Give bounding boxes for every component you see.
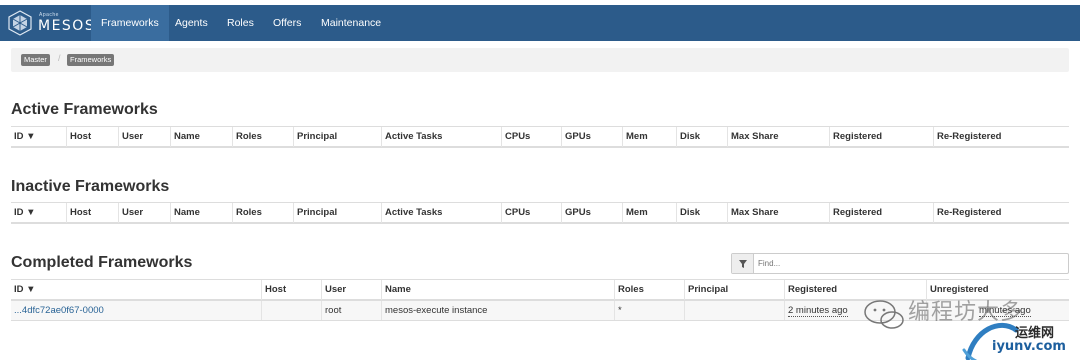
nav-roles[interactable]: Roles [217,5,264,41]
col-roles[interactable]: Roles [232,127,293,147]
col-registered[interactable]: Registered [829,203,933,223]
mesos-logo-icon [8,10,32,36]
active-frameworks-title: Active Frameworks [11,101,158,118]
col-registered[interactable]: Registered [829,127,933,147]
col-user[interactable]: User [118,127,170,147]
registered-time: 2 minutes ago [788,305,848,317]
framework-id-link[interactable]: ...4dfc72ae0f67-0000 [11,301,261,320]
col-id[interactable]: ID ▼ [11,280,261,300]
table-header-row: ID ▼ Host User Name Roles Principal Acti… [11,126,1069,148]
nav-frameworks[interactable]: Frameworks [91,5,169,41]
chat-bubble-icon [864,300,904,329]
watermark: 编程坊大多 运维网 iyunv.com [860,290,1080,360]
table-header-row: ID ▼ Host User Name Roles Principal Acti… [11,202,1069,224]
col-roles[interactable]: Roles [232,203,293,223]
col-cpus[interactable]: CPUs [501,127,561,147]
col-max-share[interactable]: Max Share [727,203,829,223]
col-mem[interactable]: Mem [622,127,676,147]
col-principal[interactable]: Principal [293,127,381,147]
col-cpus[interactable]: CPUs [501,203,561,223]
cell-host [261,301,321,320]
completed-frameworks-title: Completed Frameworks [11,254,193,271]
col-roles[interactable]: Roles [614,280,684,300]
col-id[interactable]: ID ▼ [11,127,66,147]
col-max-share[interactable]: Max Share [727,127,829,147]
col-id[interactable]: ID ▼ [11,203,66,223]
breadcrumb-master[interactable]: Master [21,54,50,66]
col-active-tasks[interactable]: Active Tasks [381,203,501,223]
cell-user: root [321,301,381,320]
nav-agents[interactable]: Agents [165,5,218,41]
col-principal[interactable]: Principal [293,203,381,223]
inactive-frameworks-title: Inactive Frameworks [11,178,170,195]
cell-name: mesos-execute instance [381,301,614,320]
col-host[interactable]: Host [66,203,118,223]
watermark-site-url: iyunv.com [992,339,1066,354]
col-principal[interactable]: Principal [684,280,784,300]
breadcrumb-frameworks[interactable]: Frameworks [67,54,115,66]
cell-roles: * [614,301,684,320]
col-name[interactable]: Name [170,127,232,147]
nav-maintenance[interactable]: Maintenance [311,5,391,41]
col-name[interactable]: Name [381,280,614,300]
col-disk[interactable]: Disk [676,203,727,223]
col-gpus[interactable]: GPUs [561,127,622,147]
find-filter [731,253,1069,274]
col-host[interactable]: Host [66,127,118,147]
nav-offers[interactable]: Offers [263,5,311,41]
inactive-frameworks-table: ID ▼ Host User Name Roles Principal Acti… [11,202,1069,224]
col-re-registered[interactable]: Re-Registered [933,127,1069,147]
cell-principal [684,301,784,320]
filter-icon [732,254,754,273]
active-frameworks-table: ID ▼ Host User Name Roles Principal Acti… [11,126,1069,148]
top-navbar: Apache MESOS Frameworks Agents Roles Off… [0,5,1080,41]
col-name[interactable]: Name [170,203,232,223]
brand-name: MESOS [38,18,96,34]
col-mem[interactable]: Mem [622,203,676,223]
brand-logo-link[interactable]: Apache MESOS [4,8,94,38]
col-disk[interactable]: Disk [676,127,727,147]
col-host[interactable]: Host [261,280,321,300]
col-active-tasks[interactable]: Active Tasks [381,127,501,147]
col-gpus[interactable]: GPUs [561,203,622,223]
col-re-registered[interactable]: Re-Registered [933,203,1069,223]
col-user[interactable]: User [118,203,170,223]
col-user[interactable]: User [321,280,381,300]
find-input[interactable] [758,256,1058,271]
breadcrumb: Master / Frameworks [11,48,1069,72]
breadcrumb-separator: / [58,53,61,63]
